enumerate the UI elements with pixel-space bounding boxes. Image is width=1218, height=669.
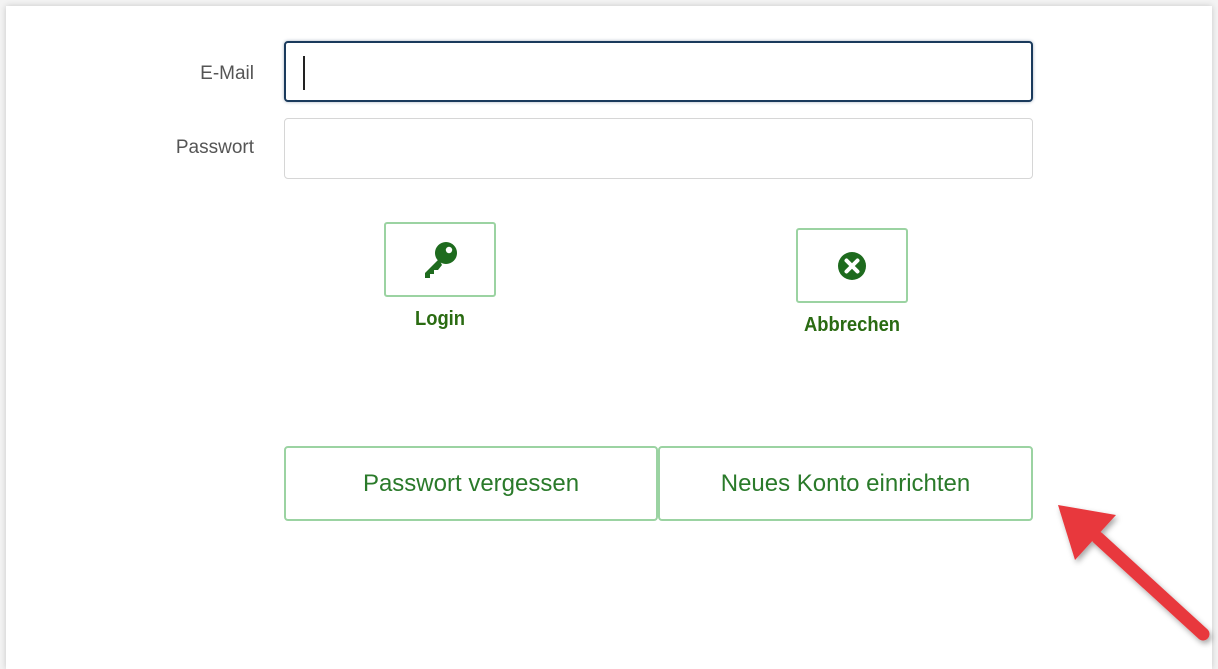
cancel-label: Abbrechen xyxy=(803,314,901,336)
text-cursor xyxy=(303,56,305,90)
login-panel: E-Mail Passwort Login Abbrechen Passwort… xyxy=(6,6,1212,669)
circle-x-icon xyxy=(838,251,866,280)
key-icon xyxy=(425,241,457,278)
login-label: Login xyxy=(414,308,466,330)
password-field[interactable] xyxy=(284,118,1033,179)
forgot-password-button[interactable]: Passwort vergessen xyxy=(284,446,658,521)
cancel-button[interactable] xyxy=(796,228,908,303)
new-account-button[interactable]: Neues Konto einrichten xyxy=(658,446,1033,521)
password-label: Passwort xyxy=(175,137,254,158)
email-label: E-Mail xyxy=(200,63,254,84)
login-button[interactable] xyxy=(384,222,496,297)
email-field[interactable] xyxy=(284,41,1033,102)
